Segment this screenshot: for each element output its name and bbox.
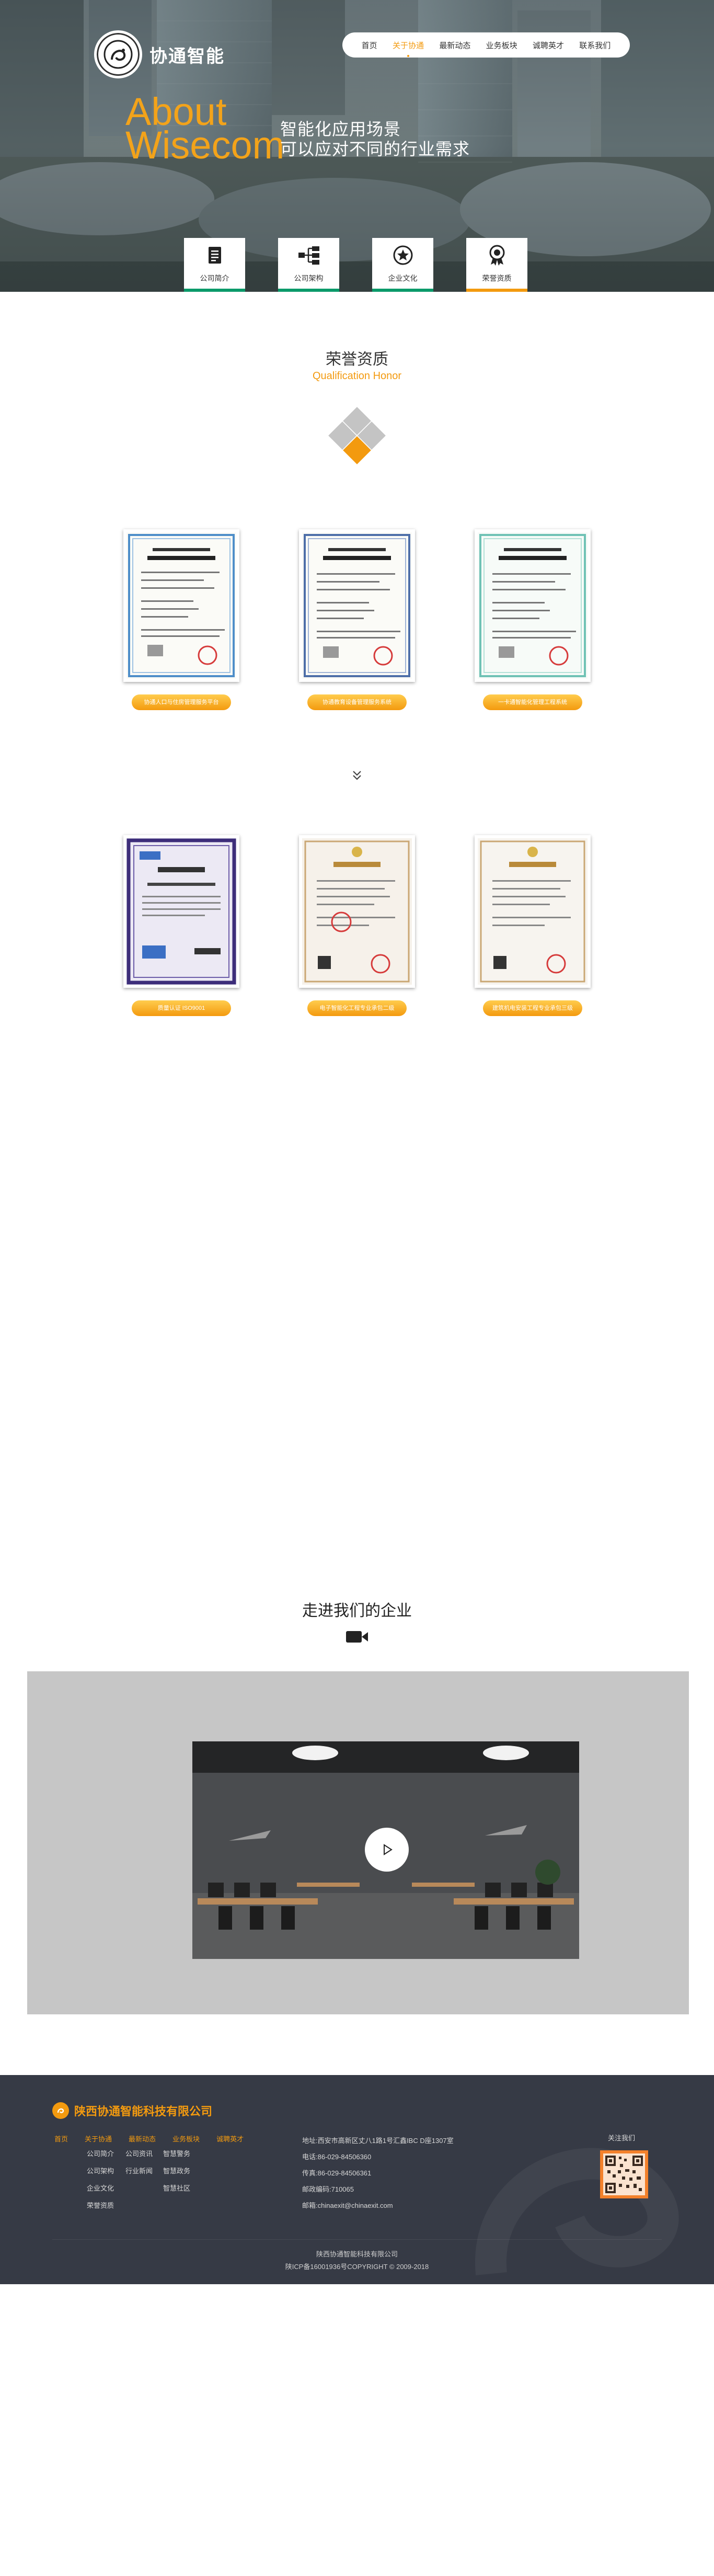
footer-company-name: 陕西协通智能科技有限公司 — [74, 2105, 213, 2118]
hero-banner: 协通智能 首页 关于协通 最新动态 业务板块 诚聘英才 联系我们 About W… — [0, 0, 714, 292]
footer-postcode: 邮政编码:710065 — [302, 2185, 354, 2193]
footer-link[interactable]: 行业新闻 — [125, 2165, 153, 2175]
certificate-image — [123, 835, 239, 988]
certificate-label-button[interactable]: 建筑机电安装工程专业承包三级 — [483, 1000, 582, 1016]
footer-email[interactable]: 邮箱:chinaexit@chinaexit.com — [302, 2197, 454, 2214]
subnav-company-intro[interactable]: 公司简介 — [184, 238, 245, 292]
certificate-card[interactable]: 一卡通智能化管理工程系统 — [475, 529, 591, 710]
footer-business-links: 智慧警务 智慧政务 智慧社区 — [163, 2148, 190, 2193]
org-chart-icon — [297, 244, 320, 267]
footer-link[interactable]: 公司资讯 — [125, 2148, 153, 2158]
footer-link[interactable]: 荣誉资质 — [87, 2200, 114, 2210]
footer-link[interactable]: 企业文化 — [87, 2183, 114, 2193]
footer-brand[interactable]: 陕西协通智能科技有限公司 — [52, 2102, 212, 2119]
subnav-company-structure[interactable]: 公司架构 — [278, 238, 339, 292]
play-icon — [384, 1844, 393, 1855]
certificate-card[interactable]: 协通人口与住房管理服务平台 — [123, 529, 239, 710]
footer-nav-careers[interactable]: 诚聘英才 — [216, 2134, 244, 2144]
footer-nav-home[interactable]: 首页 — [54, 2134, 68, 2144]
subnav-corporate-culture[interactable]: 企业文化 — [372, 238, 433, 292]
footer-link[interactable]: 公司架构 — [87, 2165, 114, 2175]
nav-home[interactable]: 首页 — [361, 38, 378, 53]
video-section-title: 走进我们的企业 — [302, 1602, 412, 1620]
certificate-card[interactable]: 电子智能化工程专业承包二级 — [299, 835, 415, 1016]
hero-about-english: About Wisecom — [125, 93, 285, 167]
certificate-card[interactable]: 协通教育设备管理服务系统 — [299, 529, 415, 710]
video-camera-icon — [346, 1631, 368, 1643]
honor-section-subtitle: Qualification Honor — [312, 370, 402, 382]
nav-about[interactable]: 关于协通 — [391, 38, 425, 53]
video-panel — [27, 1671, 689, 2014]
footer-logo-icon — [52, 2102, 69, 2119]
footer-address: 地址:西安市高新区丈八1路1号汇鑫IBC D座1307室 — [302, 2137, 454, 2145]
subnav-label: 公司简介 — [200, 274, 229, 282]
footer-link[interactable]: 智慧政务 — [163, 2165, 190, 2175]
document-icon — [203, 244, 226, 267]
subnav-label: 企业文化 — [388, 274, 418, 282]
certificate-label-button[interactable]: 电子智能化工程专业承包二级 — [307, 1000, 407, 1016]
footer-link[interactable]: 公司简介 — [87, 2148, 114, 2158]
footer-divider — [52, 2239, 662, 2240]
footer-fax: 传真:86-029-84506361 — [302, 2169, 372, 2177]
footer-news-links: 公司资讯 行业新闻 — [125, 2148, 153, 2175]
play-button[interactable] — [365, 1828, 409, 1872]
star-badge-icon — [391, 244, 414, 267]
subnav-honors[interactable]: 荣誉资质 — [466, 238, 527, 292]
footer-contact: 地址:西安市高新区丈八1路1号汇鑫IBC D座1307室 电话:86-029-8… — [302, 2133, 454, 2214]
certificate-image — [475, 835, 591, 988]
hero-slogan-line2: 可以应对不同的行业需求 — [280, 140, 470, 158]
footer-nav-about[interactable]: 关于协通 — [85, 2134, 112, 2144]
certificate-label-button[interactable]: 协通教育设备管理服务系统 — [307, 694, 407, 710]
footer-link[interactable]: 智慧社区 — [163, 2183, 190, 2193]
site-logo[interactable]: 协通智能 — [94, 30, 225, 78]
certificate-image — [475, 529, 591, 682]
certificate-image — [299, 529, 415, 682]
certificate-image — [299, 835, 415, 988]
certificate-label-button[interactable]: 协通人口与住房管理服务平台 — [132, 694, 231, 710]
nav-contact[interactable]: 联系我们 — [578, 38, 612, 53]
nav-news[interactable]: 最新动态 — [438, 38, 471, 53]
footer-nav-news[interactable]: 最新动态 — [129, 2134, 156, 2144]
footer-about-links: 公司简介 公司架构 企业文化 荣誉资质 — [87, 2148, 114, 2210]
hero-about-line2: Wisecom — [125, 123, 285, 167]
main-nav: 首页 关于协通 最新动态 业务板块 诚聘英才 联系我们 — [342, 32, 630, 58]
double-chevron-down-icon[interactable] — [349, 768, 365, 783]
about-subnav: 公司简介 公司架构 企业文化 荣誉资质 — [184, 238, 527, 292]
diamond-decoration-icon — [326, 407, 388, 471]
award-icon — [486, 244, 509, 267]
wechat-qr-code — [600, 2150, 648, 2198]
subnav-label: 公司架构 — [294, 274, 324, 282]
footer-link[interactable]: 智慧警务 — [163, 2148, 190, 2158]
certificate-card[interactable]: 质量认证 ISO9001 — [123, 835, 239, 1016]
certificate-label-button[interactable]: 质量认证 ISO9001 — [132, 1000, 231, 1016]
footer-bottom-company: 陕西协通智能科技有限公司 — [316, 2250, 398, 2258]
honor-section-title: 荣誉资质 — [326, 351, 388, 368]
video-player[interactable] — [192, 1741, 579, 1959]
footer-nav-business[interactable]: 业务板块 — [172, 2134, 200, 2144]
hero-slogan-line1: 智能化应用场景 — [280, 120, 401, 139]
footer-phone: 电话:86-029-84506360 — [302, 2153, 372, 2161]
site-footer: 陕西协通智能科技有限公司 首页 关于协通 最新动态 业务板块 诚聘英才 公司简介… — [0, 2075, 714, 2284]
subnav-label: 荣誉资质 — [482, 274, 512, 282]
certificate-label-button[interactable]: 一卡通智能化管理工程系统 — [483, 694, 582, 710]
hero-slogan: 智能化应用场景 可以应对不同的行业需求 — [280, 119, 470, 159]
certificate-image — [123, 529, 239, 682]
footer-nav: 首页 关于协通 最新动态 业务板块 诚聘英才 — [54, 2134, 244, 2144]
company-logo-icon — [94, 30, 142, 78]
certificate-card[interactable]: 建筑机电安装工程专业承包三级 — [475, 835, 591, 1016]
nav-business[interactable]: 业务板块 — [485, 38, 519, 53]
footer-icp[interactable]: 陕ICP备16001936号COPYRIGHT © 2009-2018 — [0, 2261, 714, 2271]
nav-careers[interactable]: 诚聘英才 — [532, 38, 565, 53]
footer-follow-label: 关注我们 — [608, 2134, 636, 2142]
brand-name: 协通智能 — [149, 46, 225, 66]
